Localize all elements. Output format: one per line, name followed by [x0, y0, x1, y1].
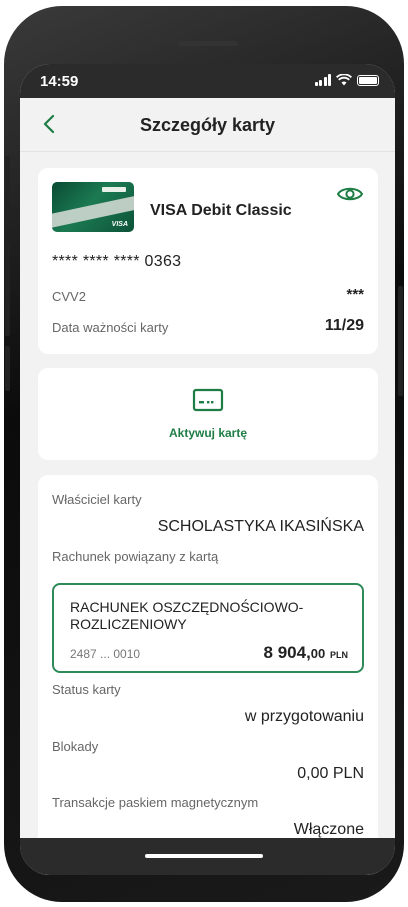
blocks-label: Blokady	[52, 739, 99, 754]
card-icon	[192, 388, 224, 412]
mute-switch	[5, 156, 10, 216]
header: Szczegóły karty	[20, 98, 395, 152]
card-name: VISA Debit Classic	[150, 202, 292, 219]
status-bar: 14:59	[20, 64, 395, 98]
page-title: Szczegóły karty	[139, 115, 276, 135]
blocks-value: 0,00 PLN	[297, 765, 364, 782]
linked-account-label: Rachunek powiązany z kartą	[52, 549, 219, 564]
card-image-logo: VISA	[111, 221, 128, 228]
expiry-label: Data ważności karty	[52, 320, 169, 335]
volume-up-button	[5, 241, 10, 336]
cvv-value: ***	[346, 286, 364, 303]
linked-account-tile[interactable]: RACHUNEK OSZCZĘDNOŚCIOWO-ROZLICZENIOWY 2…	[52, 583, 364, 673]
content: VISA VISA Debit Classic **** **** **** 0…	[20, 152, 395, 875]
volume-down-button	[5, 346, 10, 391]
card-status-value: w przygotowaniu	[244, 708, 364, 725]
owner-value: SCHOLASTYKA IKASIŃSKA	[157, 518, 364, 535]
wifi-icon	[336, 74, 352, 86]
card-image: VISA	[52, 182, 134, 232]
account-name: RACHUNEK OSZCZĘDNOŚCIOWO-ROZLICZENIOWY	[70, 599, 304, 632]
magstripe-value: Włączone	[293, 821, 364, 838]
signal-icon	[314, 74, 331, 86]
speaker	[178, 41, 238, 46]
magstripe-label: Transakcje paskiem magnetycznym	[52, 795, 259, 810]
cvv-label: CVV2	[52, 289, 86, 304]
status-time: 14:59	[40, 73, 79, 90]
card-details: Właściciel karty SCHOLASTYKA IKASIŃSKA R…	[38, 475, 378, 875]
card-summary: VISA VISA Debit Classic **** **** **** 0…	[38, 168, 378, 354]
activate-card-label: Aktywuj kartę	[168, 426, 248, 440]
activate-card-button[interactable]: Aktywuj kartę	[38, 368, 378, 460]
owner-label: Właściciel karty	[52, 492, 142, 507]
account-balance: 8 904,00 PLN	[263, 643, 348, 662]
card-status-label: Status karty	[52, 682, 121, 697]
eye-icon[interactable]	[336, 184, 364, 204]
status-icons	[314, 74, 379, 86]
phone-frame: 14:59 Szczegóły karty VISA VISA Debit Cl…	[4, 6, 404, 902]
account-number: 2487 ... 0010	[70, 647, 141, 661]
home-bar-area	[20, 838, 395, 875]
card-number: **** **** **** 0363	[52, 253, 182, 270]
screen: 14:59 Szczegóły karty VISA VISA Debit Cl…	[20, 64, 395, 875]
power-button	[398, 286, 403, 396]
home-indicator[interactable]	[145, 854, 263, 858]
expiry-value: 11/29	[324, 317, 364, 334]
battery-icon	[357, 74, 379, 86]
activate-card-panel: Aktywuj kartę	[38, 368, 378, 460]
